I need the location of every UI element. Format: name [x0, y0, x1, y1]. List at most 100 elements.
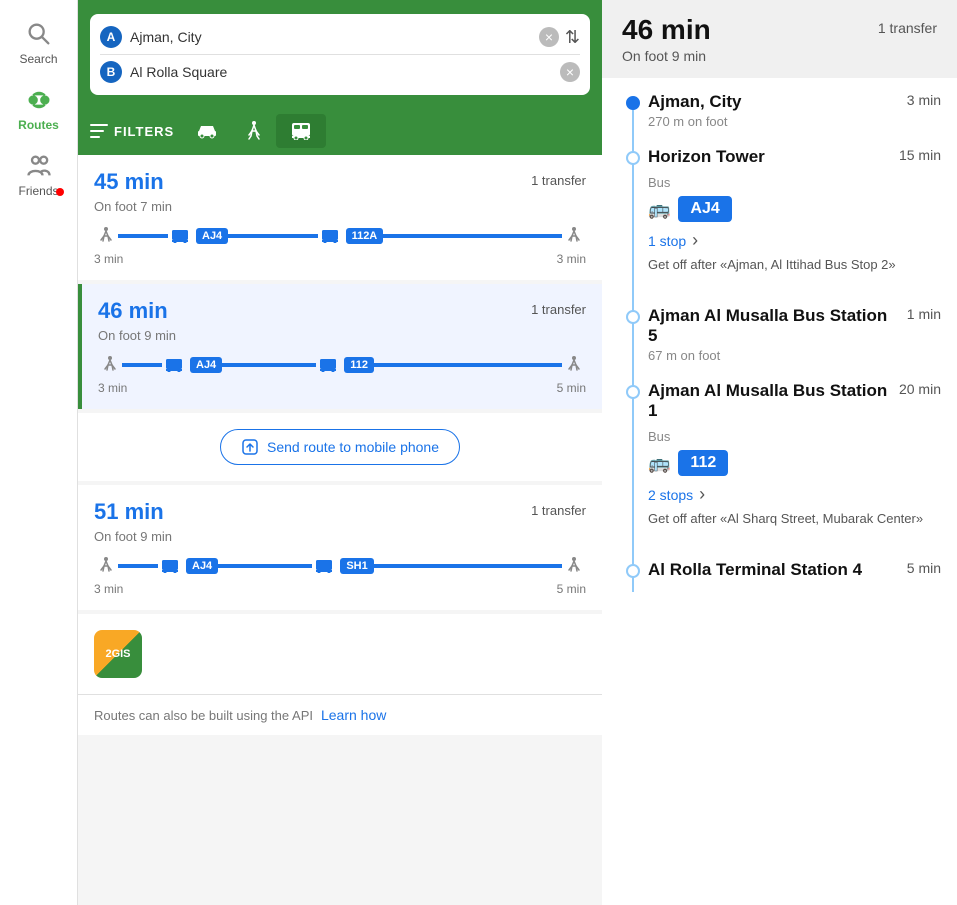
detail-panel: 46 min On foot 9 min 1 transfer Ajman, C…	[602, 0, 957, 905]
main-panel: A Ajman, City × ⇅ B Al Rolla Square × FI…	[78, 0, 602, 905]
search-icon	[25, 20, 53, 48]
route-card-1[interactable]: 45 min 1 transfer On foot 7 min AJ4 112A	[78, 155, 602, 280]
route-header-1: 45 min 1 transfer	[94, 169, 586, 195]
tl-station-time-4: 20 min	[899, 381, 941, 397]
route-foot-1: On foot 7 min	[94, 199, 586, 214]
tl-stops-toggle-2[interactable]: 2 stops ›	[648, 484, 941, 505]
car-icon	[196, 123, 218, 139]
route-foot-2: On foot 9 min	[98, 328, 586, 343]
detail-transfer: 1 transfer	[878, 20, 937, 36]
tl-dot-1	[626, 96, 640, 110]
api-logo: 2GIS	[94, 630, 142, 678]
origin-input[interactable]: Ajman, City	[130, 29, 533, 45]
bus-bar-3a	[218, 564, 312, 568]
route-foot-3: On foot 9 min	[94, 529, 586, 544]
tl-stops-toggle-1[interactable]: 1 stop ›	[648, 230, 941, 251]
chevron-down-icon-2: ›	[699, 484, 705, 505]
bus-bar-2a	[222, 363, 316, 367]
api-banner: 2GIS	[78, 614, 602, 694]
tl-getoff-1: Get off after «Ajman, Al Ittihad Bus Sto…	[648, 257, 941, 272]
sidebar-item-friends[interactable]: Friends	[0, 142, 77, 208]
bus-step-icon-2a	[162, 353, 186, 377]
destination-badge: B	[100, 61, 122, 83]
tl-dot-3	[626, 310, 640, 324]
route-header-3: 51 min 1 transfer	[94, 499, 586, 525]
route-time-3: 51 min	[94, 499, 164, 525]
sidebar-search-label: Search	[19, 52, 57, 66]
walk-bar-2	[122, 363, 162, 367]
tl-station-name-3: Ajman Al Musalla Bus Station 5	[648, 306, 897, 346]
walk-bar-3	[118, 564, 158, 568]
tl-station-name-2: Horizon Tower	[648, 147, 889, 167]
tl-sub-3: 67 m on foot	[648, 348, 941, 363]
origin-badge: A	[100, 26, 122, 48]
tl-dot-5	[626, 564, 640, 578]
detail-body: Ajman, City 3 min 270 m on foot Horizon …	[602, 78, 957, 905]
learn-how-link[interactable]: Learn how	[321, 707, 386, 723]
tl-station-time-2: 15 min	[899, 147, 941, 163]
filters-label: FILTERS	[114, 124, 174, 139]
bus-step-icon-1b	[318, 224, 342, 248]
routes-list: 45 min 1 transfer On foot 7 min AJ4 112A	[78, 155, 602, 905]
route-card-2[interactable]: 46 min 1 transfer On foot 9 min AJ4 112	[78, 284, 602, 409]
swap-button[interactable]: ⇅	[565, 27, 580, 48]
tl-station-name-1: Ajman, City	[648, 92, 897, 112]
bus-bar-3b	[374, 564, 562, 568]
route-header-2: 46 min 1 transfer	[98, 298, 586, 324]
sidebar: Search Routes Friends	[0, 0, 78, 905]
tl-station-time-3: 1 min	[907, 306, 941, 322]
route-start-time-2: 3 min	[98, 381, 127, 395]
sidebar-friends-label: Friends	[18, 184, 58, 198]
send-route-label: Send route to mobile phone	[267, 439, 439, 455]
bus-step-icon-1a	[168, 224, 192, 248]
tl-getoff-2: Get off after «Al Sharq Street, Mubarak …	[648, 511, 941, 526]
tl-station-2: Horizon Tower 15 min	[648, 147, 941, 167]
route-end-time-3: 5 min	[557, 582, 586, 596]
walk-icon	[246, 121, 262, 141]
destination-clear-button[interactable]: ×	[560, 62, 580, 82]
car-mode-button[interactable]	[182, 115, 232, 147]
detail-foot-small: On foot 9 min	[622, 48, 711, 64]
tl-bus-section-2: Bus 🚌 112 2 stops › Get off after «Al Sh…	[648, 421, 941, 542]
route-start-time-3: 3 min	[94, 582, 123, 596]
bus-badge-aj4-2: AJ4	[190, 357, 222, 373]
route-start-time-1: 3 min	[94, 252, 123, 266]
origin-row: A Ajman, City × ⇅	[100, 20, 580, 54]
tl-bus-badge-row-2: 🚌 112	[648, 450, 941, 476]
tl-station-name-4: Ajman Al Musalla Bus Station 1	[648, 381, 889, 421]
origin-clear-button[interactable]: ×	[539, 27, 559, 47]
api-text: Routes can also be built using the API	[94, 708, 313, 723]
bus-mode-button[interactable]	[276, 114, 326, 148]
bus-step-icon-3b	[312, 554, 336, 578]
tl-bus-icon-2: 🚌	[648, 453, 670, 474]
bus-bar-2b	[374, 363, 562, 367]
filters-bar: FILTERS	[78, 107, 602, 155]
tl-station-5: Al Rolla Terminal Station 4 5 min	[648, 560, 941, 580]
walk-mode-button[interactable]	[232, 113, 276, 149]
bus-badge-aj4-3: AJ4	[186, 558, 218, 574]
tl-stops-count-1: 1 stop	[648, 233, 686, 249]
tl-bus-badge-row-1: 🚌 AJ4	[648, 196, 941, 222]
walk-end-icon-1	[562, 224, 586, 248]
bus-badge-sh1: SH1	[340, 558, 373, 574]
bus-step-icon-2b	[316, 353, 340, 377]
destination-input[interactable]: Al Rolla Square	[130, 64, 554, 80]
walk-end-icon-3	[562, 554, 586, 578]
tl-bus-num-112: 112	[678, 450, 728, 476]
route-card-3[interactable]: 51 min 1 transfer On foot 9 min AJ4 SH1	[78, 485, 602, 610]
sidebar-item-routes[interactable]: Routes	[0, 76, 77, 142]
bus-bar-1b	[383, 234, 562, 238]
filters-button[interactable]: FILTERS	[90, 124, 182, 139]
send-route-button[interactable]: Send route to mobile phone	[220, 429, 460, 465]
bus-badge-112a: 112A	[346, 228, 384, 244]
friends-icon	[25, 152, 53, 180]
route-times-1: 3 min 3 min	[94, 252, 586, 266]
tl-sub-1: 270 m on foot	[648, 114, 941, 129]
route-times-3: 3 min 5 min	[94, 582, 586, 596]
sidebar-item-search[interactable]: Search	[0, 10, 77, 76]
bus-bar-1a	[228, 234, 317, 238]
route-end-time-2: 5 min	[557, 381, 586, 395]
bus-badge-112-2: 112	[344, 357, 374, 373]
tl-station-time-5: 5 min	[907, 560, 941, 576]
detail-header: 46 min On foot 9 min 1 transfer	[602, 0, 957, 78]
